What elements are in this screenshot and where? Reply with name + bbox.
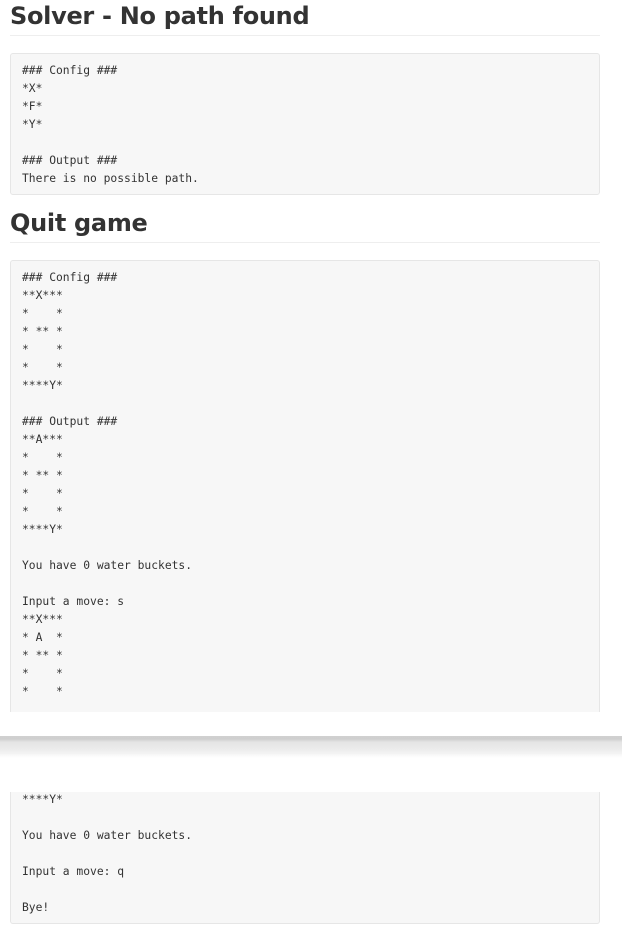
code-line: ****Y* <box>22 523 63 536</box>
code-line: *Y* <box>22 118 43 131</box>
code-line: * * <box>22 667 63 680</box>
code-line: **A*** <box>22 433 63 446</box>
code-line: * ** * <box>22 325 63 338</box>
code-block-quit-game-continued: ****Y* You have 0 water buckets. Input a m… <box>10 792 600 924</box>
code-line: ### Output ### <box>22 154 118 167</box>
code-line: You have 0 water buckets. <box>22 829 193 842</box>
code-line: * ** * <box>22 649 63 662</box>
code-line: * * <box>22 685 63 698</box>
page-break-divider <box>0 736 622 754</box>
section-heading-quit-game: Quit game <box>10 208 600 243</box>
code-block-quit-game: ### Config ### **X*** * * * ** * * * * * ****Y… <box>10 260 600 712</box>
code-line: There is no possible path. <box>22 172 199 185</box>
code-line: Bye! <box>22 901 50 914</box>
code-line: ****Y* <box>22 793 63 806</box>
code-line: * * <box>22 505 63 518</box>
code-line: **X*** <box>22 289 63 302</box>
code-line: ### Config ### <box>22 271 118 284</box>
code-line: Input a move: s <box>22 595 125 608</box>
code-line: * A * <box>22 631 63 644</box>
section-heading-solver-no-path: Solver - No path found <box>10 1 600 36</box>
code-line: * * <box>22 307 63 320</box>
page-break-shadow <box>0 754 622 758</box>
code-line: * * <box>22 361 63 374</box>
code-line: ### Config ### <box>22 64 118 77</box>
code-line: *X* <box>22 82 43 95</box>
code-line: ### Output ### <box>22 415 118 428</box>
code-line: You have 0 water buckets. <box>22 559 193 572</box>
code-line: **X*** <box>22 613 63 626</box>
code-line: * * <box>22 487 63 500</box>
code-line: *F* <box>22 100 43 113</box>
code-line: * * <box>22 343 63 356</box>
code-block-solver-no-path: ### Config ### *X* *F* *Y* ### Output ### The… <box>10 53 600 195</box>
code-line: * * <box>22 451 63 464</box>
document-page: Solver - No path found ### Config ### *X*… <box>0 0 622 937</box>
code-line: ****Y* <box>22 379 63 392</box>
code-line: * ** * <box>22 469 63 482</box>
code-line: Input a move: q <box>22 865 125 878</box>
